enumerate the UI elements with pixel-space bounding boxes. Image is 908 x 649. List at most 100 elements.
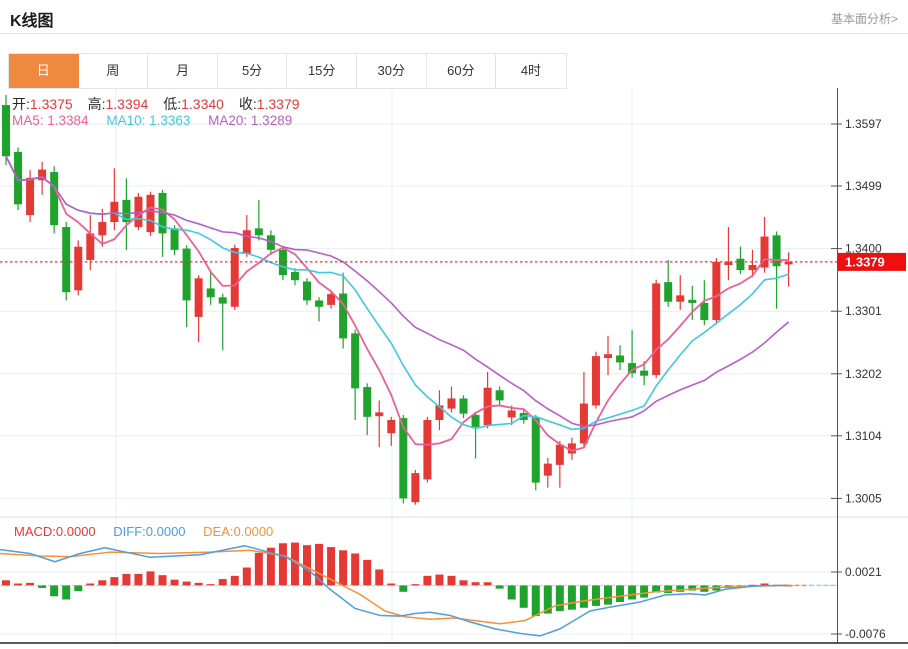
candle[interactable] [303, 278, 311, 305]
candle[interactable] [652, 279, 661, 379]
candle[interactable] [158, 189, 167, 257]
candle[interactable] [483, 371, 492, 429]
candle[interactable] [604, 335, 612, 376]
candle[interactable] [218, 293, 227, 351]
macd-bar[interactable] [519, 585, 528, 608]
macd-bar[interactable] [158, 575, 167, 586]
macd-bar[interactable] [459, 580, 468, 586]
macd-bar[interactable] [616, 585, 625, 603]
macd-bar[interactable] [411, 584, 420, 586]
candle[interactable] [616, 345, 625, 371]
macd-bar[interactable] [387, 583, 396, 586]
candlestick-series[interactable] [2, 94, 793, 505]
candle[interactable] [194, 275, 203, 343]
macd-bar[interactable] [146, 571, 155, 586]
candle[interactable] [254, 199, 263, 241]
macd-bar[interactable] [363, 559, 372, 586]
candle[interactable] [62, 222, 71, 301]
macd-bar[interactable] [664, 585, 673, 594]
macd-bar[interactable] [495, 585, 504, 589]
macd-bar[interactable] [110, 577, 119, 586]
candle[interactable] [74, 240, 83, 296]
macd-bar[interactable] [86, 583, 95, 586]
ohlc-readout: 开:1.3375 高:1.3394 低:1.3340 收:1.3379 [12, 94, 311, 114]
candle[interactable] [387, 416, 396, 446]
candle[interactable] [315, 297, 324, 322]
macd-bar[interactable] [628, 585, 637, 600]
macd-bar[interactable] [62, 585, 71, 600]
macd-bar[interactable] [399, 585, 408, 592]
macd-bar[interactable] [26, 582, 35, 586]
macd-bar[interactable] [182, 581, 191, 586]
candle[interactable] [411, 469, 420, 505]
candle[interactable] [531, 414, 540, 491]
candle[interactable] [423, 416, 432, 483]
macd-bar[interactable] [50, 585, 59, 597]
candle[interactable] [363, 383, 372, 436]
candle[interactable] [712, 258, 721, 325]
macd-bar[interactable] [254, 552, 263, 586]
candle[interactable] [447, 386, 456, 413]
candle[interactable] [50, 166, 59, 234]
macd-bar[interactable] [435, 574, 444, 586]
macd-bar[interactable] [98, 580, 107, 586]
macd-bar[interactable] [134, 573, 143, 586]
candle[interactable] [375, 400, 384, 448]
macd-bar[interactable] [483, 582, 492, 586]
macd-bar[interactable] [339, 550, 348, 586]
open-value: 1.3375 [29, 96, 73, 112]
candle[interactable] [206, 271, 215, 305]
macd-bar[interactable] [206, 584, 215, 586]
candle[interactable] [2, 94, 10, 166]
macd-bar[interactable] [640, 585, 649, 598]
candle[interactable] [772, 231, 781, 309]
candle[interactable] [676, 275, 685, 310]
macd-bar[interactable] [375, 569, 384, 586]
macd-bar[interactable] [194, 582, 203, 586]
macd-bar[interactable] [531, 585, 540, 617]
macd-bar[interactable] [38, 585, 47, 588]
macd-bar[interactable] [423, 575, 432, 586]
macd-bar[interactable] [555, 585, 564, 611]
macd-bar[interactable] [170, 579, 179, 586]
candle[interactable] [495, 386, 504, 406]
candle[interactable] [459, 395, 468, 419]
low-value: 1.3340 [181, 96, 224, 112]
candle[interactable] [736, 246, 745, 274]
candle[interactable] [351, 329, 360, 420]
macd-bar[interactable] [278, 543, 287, 586]
candle[interactable] [543, 457, 552, 488]
candle[interactable] [664, 259, 673, 307]
candle[interactable] [471, 411, 480, 459]
candle[interactable] [591, 351, 600, 409]
macd-bar[interactable] [591, 585, 600, 606]
diff-value: DIFF:0.0000 [113, 524, 186, 539]
candle[interactable] [182, 245, 191, 328]
macd-bar[interactable] [471, 582, 480, 586]
macd-bar[interactable] [447, 575, 456, 586]
macd-bar[interactable] [351, 553, 360, 586]
candle[interactable] [230, 244, 239, 310]
macd-bar[interactable] [230, 575, 239, 586]
macd-bar[interactable] [567, 585, 576, 610]
candle[interactable] [724, 227, 733, 281]
macd-histogram[interactable] [2, 542, 793, 617]
macd-bar[interactable] [218, 579, 227, 586]
macd-bar[interactable] [604, 585, 612, 605]
macd-bar[interactable] [2, 580, 10, 586]
macd-bar[interactable] [74, 585, 83, 592]
candle[interactable] [110, 168, 119, 231]
macd-bar[interactable] [14, 583, 23, 586]
macd-bar[interactable] [507, 585, 516, 600]
candle[interactable] [555, 440, 564, 488]
macd-bar[interactable] [242, 567, 251, 586]
macd-bar[interactable] [122, 573, 131, 586]
candle[interactable] [278, 246, 287, 281]
candle[interactable] [26, 170, 35, 223]
candle[interactable] [579, 371, 588, 448]
y-axis-label: 1.3499 [845, 179, 882, 193]
candle[interactable] [146, 191, 155, 236]
candle[interactable] [290, 268, 299, 286]
macd-bar[interactable] [579, 585, 588, 608]
candle[interactable] [784, 252, 793, 287]
